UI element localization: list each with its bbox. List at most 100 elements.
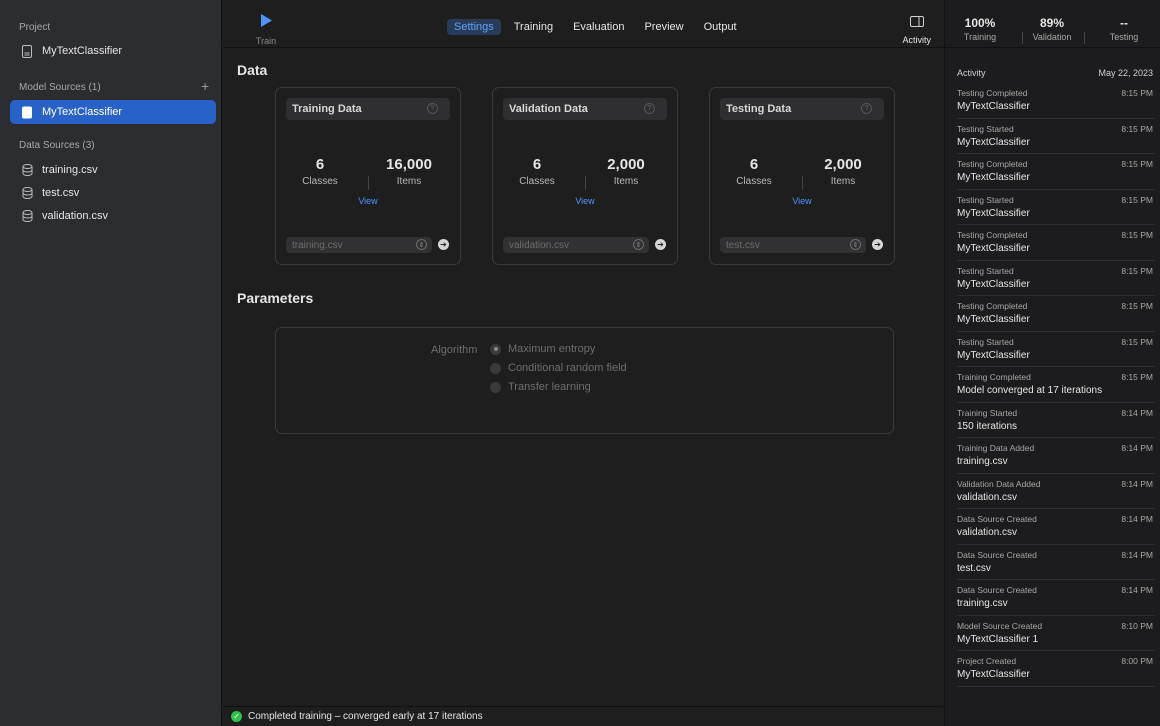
classes-count: 6 xyxy=(532,156,542,173)
activity-item-subject: test.csv xyxy=(957,562,991,574)
activity-item-time: 8:15 PM xyxy=(1121,301,1153,311)
arrow-right-circle-icon[interactable]: ➔ xyxy=(872,239,883,250)
activity-item[interactable]: Testing Completed 8:15 PM MyTextClassifier xyxy=(957,154,1155,190)
view-link[interactable]: View xyxy=(710,196,894,206)
activity-item[interactable]: Training Completed 8:15 PM Model converged… xyxy=(957,367,1155,403)
activity-item-subject: 150 iterations xyxy=(957,420,1018,432)
activity-item-time: 8:14 PM xyxy=(1121,549,1153,560)
activity-item-subject: MyTextClassifier xyxy=(957,172,1030,183)
activity-label: Activity xyxy=(902,35,931,45)
activity-item-subject: MyTextClassifier xyxy=(957,207,1030,219)
sidebar-item-label: MyTextClassifier xyxy=(42,45,123,57)
sidebar-item-project[interactable]: MyTextClassifier xyxy=(20,40,122,62)
main-content: Data Training Data ? 6 16,000 Classes It… xyxy=(223,49,943,706)
activity-item[interactable]: Validation Data Added 8:14 PM validation.c… xyxy=(957,474,1155,509)
activity-item-type: Project Created xyxy=(957,656,1017,666)
metric-label: Training xyxy=(963,32,997,42)
radio-maximum-entropy[interactable]: Maximum entropy xyxy=(490,343,595,355)
card-title: Training Data ? xyxy=(286,98,450,120)
activity-item[interactable]: Testing Started 8:15 PM MyTextClassifier xyxy=(957,190,1155,225)
activity-item[interactable]: Testing Completed 8:15 PM MyTextClassifier xyxy=(957,83,1155,119)
testing-data-card: Testing Data ? 6 2,000 Classes Items Vie… xyxy=(709,87,895,265)
radio-transfer-learning[interactable]: Transfer learning xyxy=(490,381,591,393)
metric-validation: 89% Validation xyxy=(1017,16,1087,42)
activity-item-subject: MyTextClassifier xyxy=(957,278,1030,290)
app-window: Project MyTextClassifier Model Sources (… xyxy=(0,0,1160,726)
card-title: Validation Data ? xyxy=(503,98,667,120)
activity-panel: 100% Training 89% Validation -- Testing … xyxy=(944,0,1160,726)
database-icon xyxy=(20,209,34,223)
activity-item-type: Model Source Created xyxy=(957,620,1043,631)
sidebar-item-validation-csv[interactable]: validation.csv xyxy=(20,205,108,227)
activity-item[interactable]: Training Data Added 8:14 PM training.csv xyxy=(957,438,1155,474)
card-title-text: Training Data xyxy=(292,103,362,115)
file-select[interactable]: test.csv ⇕ xyxy=(720,237,866,253)
activity-toggle-button[interactable]: Activity xyxy=(902,14,931,45)
sidebar-item-model[interactable]: MyTextClassifier xyxy=(10,100,216,124)
activity-item[interactable]: Testing Completed 8:15 PM MyTextClassifier xyxy=(957,296,1155,332)
train-button[interactable]: Train xyxy=(251,14,281,46)
radio-label: Transfer learning xyxy=(508,381,591,393)
activity-item-type: Testing Completed xyxy=(957,88,1028,98)
activity-item[interactable]: Data Source Created 8:14 PM training.csv xyxy=(957,580,1155,616)
activity-item-type: Testing Started xyxy=(957,123,1014,134)
activity-item[interactable]: Model Source Created 8:10 PM MyTextClassif… xyxy=(957,616,1155,651)
tab-evaluation[interactable]: Evaluation xyxy=(566,19,631,35)
arrow-right-circle-icon[interactable]: ➔ xyxy=(438,239,449,250)
card-title-text: Testing Data xyxy=(726,103,792,115)
activity-item-time: 8:15 PM xyxy=(1121,372,1153,382)
activity-item-subject: validation.csv xyxy=(957,527,1018,538)
activity-item[interactable]: Data Source Created 8:14 PM validation.csv xyxy=(957,509,1155,545)
help-icon[interactable]: ? xyxy=(644,103,655,114)
activity-item-subject: training.csv xyxy=(957,598,1008,609)
activity-item[interactable]: Project Created 8:00 PM MyTextClassifier xyxy=(957,651,1155,687)
classes-label: Classes xyxy=(302,176,338,187)
activity-item[interactable]: Testing Completed 8:15 PM MyTextClassifier xyxy=(957,225,1155,261)
parameters-panel: Algorithm Maximum entropy Conditional ra… xyxy=(275,327,894,434)
help-icon[interactable]: ? xyxy=(427,103,438,114)
file-select-value: training.csv xyxy=(292,239,343,251)
algorithm-label: Algorithm xyxy=(431,344,478,356)
activity-item-time: 8:15 PM xyxy=(1121,159,1153,169)
database-icon xyxy=(20,186,34,200)
sidebar-item-label: validation.csv xyxy=(42,210,109,222)
metric-testing: -- Testing xyxy=(1089,16,1159,42)
model-icon xyxy=(20,105,34,119)
data-section-title: Data xyxy=(237,62,268,78)
parameters-section-title: Parameters xyxy=(237,290,314,306)
activity-item[interactable]: Testing Started 8:15 PM MyTextClassifier xyxy=(957,332,1155,367)
tab-preview[interactable]: Preview xyxy=(637,19,690,35)
radio-conditional-random-field[interactable]: Conditional random field xyxy=(490,362,627,374)
help-icon[interactable]: ? xyxy=(861,103,872,114)
classes-label: Classes xyxy=(519,176,555,187)
card-title-text: Validation Data xyxy=(509,103,588,115)
file-select-value: test.csv xyxy=(726,239,760,251)
view-link[interactable]: View xyxy=(276,196,460,206)
activity-item-time: 8:14 PM xyxy=(1121,585,1153,595)
activity-item[interactable]: Training Started 8:14 PM 150 iterations xyxy=(957,403,1155,438)
sidebar-item-test-csv[interactable]: test.csv xyxy=(20,182,79,204)
view-link[interactable]: View xyxy=(493,196,677,206)
train-label: Train xyxy=(255,36,277,46)
activity-item-type: Validation Data Added xyxy=(957,478,1041,489)
add-model-source-button[interactable]: + xyxy=(201,79,209,93)
arrow-right-circle-icon[interactable]: ➔ xyxy=(655,239,666,250)
activity-item-time: 8:14 PM xyxy=(1121,443,1153,453)
tab-training[interactable]: Training xyxy=(507,19,560,35)
items-label: Items xyxy=(830,176,856,187)
radio-label: Maximum entropy xyxy=(508,343,596,355)
sidebar-item-label: test.csv xyxy=(42,187,80,199)
activity-item-type: Data Source Created xyxy=(957,514,1037,524)
activity-item[interactable]: Testing Started 8:15 PM MyTextClassifier xyxy=(957,261,1155,296)
file-select-value: validation.csv xyxy=(509,239,570,251)
metric-training: 100% Training xyxy=(945,16,1015,42)
activity-item[interactable]: Testing Started 8:15 PM MyTextClassifier xyxy=(957,119,1155,154)
activity-item[interactable]: Data Source Created 8:14 PM test.csv xyxy=(957,545,1155,580)
model-sources-title: Model Sources (1) xyxy=(19,82,101,93)
file-select[interactable]: training.csv ⇕ xyxy=(286,237,432,253)
activity-item-subject: MyTextClassifier xyxy=(957,349,1030,361)
tab-output[interactable]: Output xyxy=(697,19,744,35)
sidebar-item-training-csv[interactable]: training.csv xyxy=(20,159,98,181)
tab-settings[interactable]: Settings xyxy=(447,19,501,35)
file-select[interactable]: validation.csv ⇕ xyxy=(503,237,649,253)
